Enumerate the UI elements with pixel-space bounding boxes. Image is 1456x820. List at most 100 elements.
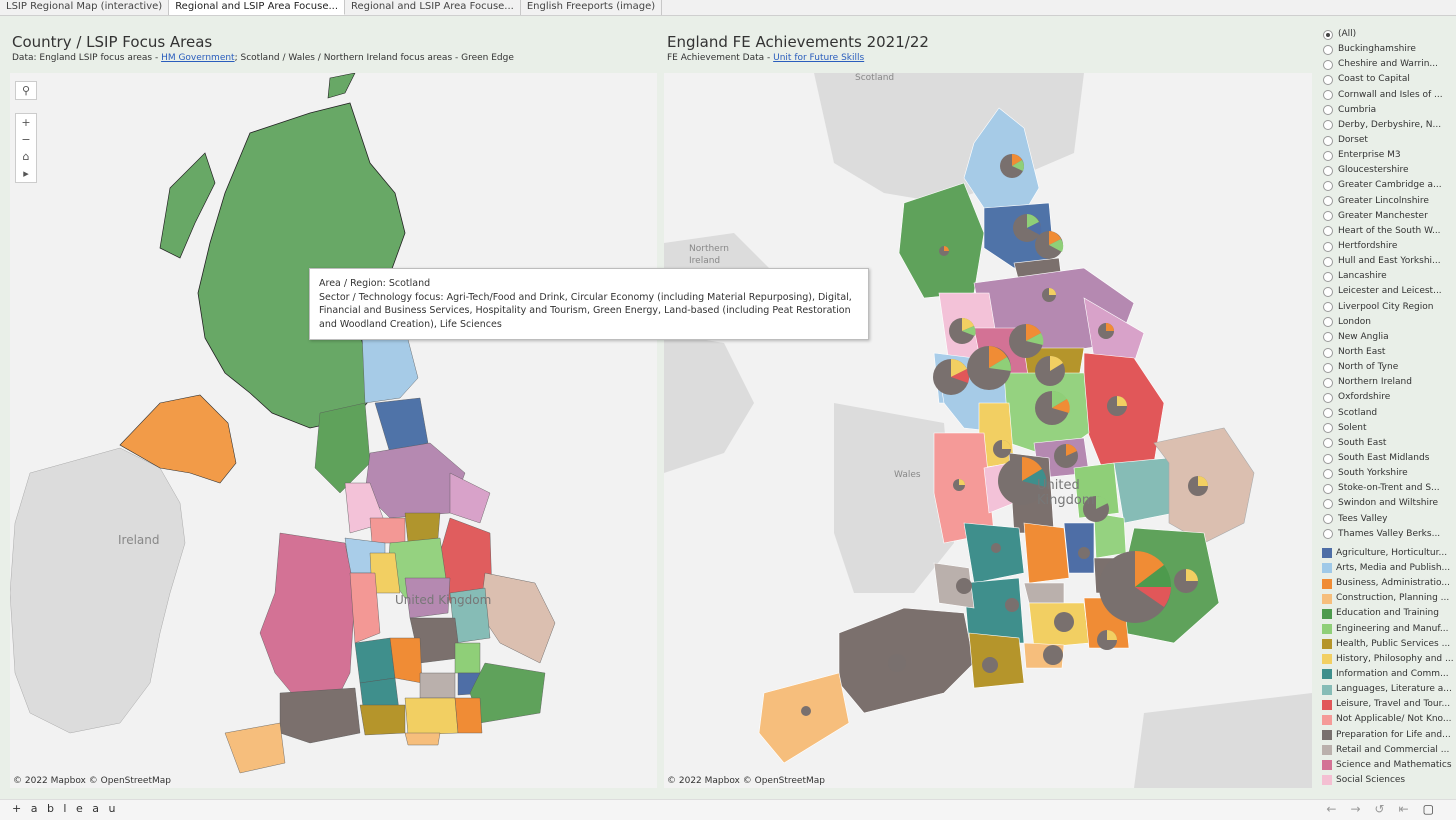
left-map[interactable]: Ireland United Kingdom ⚲ + − ⌂ ▸ © 2022 … [10, 73, 657, 788]
radio-icon[interactable] [1323, 302, 1333, 313]
map-search-control[interactable]: ⚲ [15, 81, 37, 100]
area-filter-option[interactable]: Heart of the South W... [1318, 224, 1454, 239]
radio-icon[interactable] [1323, 408, 1333, 419]
sector-legend-item[interactable]: Engineering and Manuf... [1318, 621, 1454, 636]
sector-legend-item[interactable]: Social Sciences [1318, 773, 1454, 788]
back-to-start-icon[interactable]: ⇤ [1399, 802, 1423, 816]
right-map[interactable]: Scotland Northern Ireland Wales United K… [664, 73, 1312, 788]
area-filter-option[interactable]: Leicester and Leicest... [1318, 284, 1454, 299]
sector-legend-item[interactable]: Preparation for Life and... [1318, 727, 1454, 742]
sector-legend-item[interactable]: History, Philosophy and ... [1318, 652, 1454, 667]
area-filter-option[interactable]: South Yorkshire [1318, 466, 1454, 481]
radio-icon[interactable] [1323, 438, 1333, 449]
sector-legend-item[interactable]: Information and Comm... [1318, 667, 1454, 682]
area-filter-option[interactable]: Tees Valley [1318, 512, 1454, 527]
radio-icon[interactable] [1323, 483, 1333, 494]
radio-icon[interactable] [1323, 59, 1333, 70]
redo-icon[interactable]: → [1350, 802, 1374, 816]
radio-icon[interactable] [1323, 105, 1333, 116]
area-filter-option[interactable]: Greater Manchester [1318, 209, 1454, 224]
area-filter-option[interactable]: Hull and East Yorkshi... [1318, 254, 1454, 269]
sector-legend-item[interactable]: Science and Mathematics [1318, 758, 1454, 773]
hm-government-link[interactable]: HM Government [161, 53, 235, 63]
area-filter-option[interactable]: New Anglia [1318, 330, 1454, 345]
revert-icon[interactable]: ↺ [1375, 802, 1399, 816]
sector-legend-item[interactable]: Education and Training [1318, 606, 1454, 621]
area-filter-option[interactable]: Thames Valley Berks... [1318, 527, 1454, 542]
radio-icon[interactable] [1323, 453, 1333, 464]
radio-icon[interactable] [1323, 317, 1333, 328]
radio-icon[interactable] [1323, 468, 1333, 479]
tab-lsip-regional-map[interactable]: LSIP Regional Map (interactive) [0, 0, 170, 15]
radio-icon[interactable] [1323, 423, 1333, 434]
area-filter-option[interactable]: Swindon and Wiltshire [1318, 496, 1454, 511]
radio-icon[interactable] [1323, 135, 1333, 146]
area-filter-option[interactable]: Liverpool City Region [1318, 300, 1454, 315]
radio-icon[interactable] [1323, 226, 1333, 237]
area-filter-option[interactable]: Buckinghamshire [1318, 42, 1454, 57]
area-filter-option[interactable]: Solent [1318, 421, 1454, 436]
sector-legend-item[interactable]: Retail and Commercial ... [1318, 743, 1454, 758]
area-filter-option[interactable]: Lancashire [1318, 269, 1454, 284]
area-filter-option[interactable]: Cheshire and Warrin... [1318, 57, 1454, 72]
radio-icon[interactable] [1323, 286, 1333, 297]
area-filter-option[interactable]: Gloucestershire [1318, 163, 1454, 178]
radio-icon[interactable] [1323, 256, 1333, 267]
area-filter-option[interactable]: Oxfordshire [1318, 390, 1454, 405]
area-filter-option[interactable]: Cumbria [1318, 103, 1454, 118]
radio-icon[interactable] [1323, 196, 1333, 207]
radio-icon[interactable] [1323, 241, 1333, 252]
area-filter-option[interactable]: North of Tyne [1318, 360, 1454, 375]
zoom-in-icon[interactable]: + [16, 114, 36, 131]
unit-for-future-skills-link[interactable]: Unit for Future Skills [773, 53, 864, 63]
area-filter-option[interactable]: Greater Lincolnshire [1318, 194, 1454, 209]
area-filter-option[interactable]: Derby, Derbyshire, N... [1318, 118, 1454, 133]
radio-icon[interactable] [1323, 514, 1333, 525]
home-icon[interactable]: ⌂ [16, 148, 36, 165]
area-filter-option[interactable]: Hertfordshire [1318, 239, 1454, 254]
area-filter-option[interactable]: Coast to Capital [1318, 72, 1454, 87]
play-arrow-icon[interactable]: ▸ [16, 165, 36, 182]
radio-icon[interactable] [1323, 165, 1333, 176]
area-filter-option[interactable]: Scotland [1318, 406, 1454, 421]
radio-icon[interactable] [1323, 332, 1333, 343]
area-filter-option[interactable]: South East [1318, 436, 1454, 451]
area-filter-option[interactable]: London [1318, 315, 1454, 330]
radio-icon[interactable] [1323, 211, 1333, 222]
area-filter-option[interactable]: South East Midlands [1318, 451, 1454, 466]
tab-english-freeports[interactable]: English Freeports (image) [521, 0, 663, 15]
sector-legend-item[interactable]: Health, Public Services ... [1318, 637, 1454, 652]
radio-icon[interactable] [1323, 347, 1333, 358]
tab-regional-focus-1[interactable]: Regional and LSIP Area Focuse... [169, 0, 346, 15]
area-filter-option[interactable]: Stoke-on-Trent and S... [1318, 481, 1454, 496]
fullscreen-icon[interactable]: ▢ [1423, 802, 1448, 816]
area-filter-option[interactable]: North East [1318, 345, 1454, 360]
zoom-out-icon[interactable]: − [16, 131, 36, 148]
radio-icon[interactable] [1323, 150, 1333, 161]
radio-icon[interactable] [1323, 377, 1333, 388]
radio-icon[interactable] [1323, 362, 1333, 373]
radio-icon[interactable] [1323, 90, 1333, 101]
area-filter-option[interactable]: Greater Cambridge a... [1318, 178, 1454, 193]
sector-legend-item[interactable]: Leisure, Travel and Tour... [1318, 697, 1454, 712]
undo-icon[interactable]: ← [1326, 802, 1350, 816]
sector-legend-item[interactable]: Not Applicable/ Not Kno... [1318, 712, 1454, 727]
area-filter-option[interactable]: Enterprise M3 [1318, 148, 1454, 163]
radio-icon[interactable] [1323, 498, 1333, 509]
sector-legend-item[interactable]: Agriculture, Horticultur... [1318, 546, 1454, 561]
radio-icon[interactable] [1323, 120, 1333, 131]
sector-legend-item[interactable]: Construction, Planning ... [1318, 591, 1454, 606]
tableau-logo[interactable]: + a b l e a u [12, 802, 118, 815]
radio-icon[interactable] [1323, 29, 1333, 40]
radio-icon[interactable] [1323, 44, 1333, 55]
area-filter-option[interactable]: Cornwall and Isles of ... [1318, 88, 1454, 103]
sector-legend-item[interactable]: Business, Administratio... [1318, 576, 1454, 591]
tab-regional-focus-2[interactable]: Regional and LSIP Area Focuse... [345, 0, 521, 15]
search-icon[interactable]: ⚲ [16, 82, 36, 99]
radio-icon[interactable] [1323, 529, 1333, 540]
sector-legend-item[interactable]: Arts, Media and Publish... [1318, 561, 1454, 576]
radio-icon[interactable] [1323, 74, 1333, 85]
area-filter-option[interactable]: Northern Ireland [1318, 375, 1454, 390]
radio-icon[interactable] [1323, 392, 1333, 403]
radio-icon[interactable] [1323, 271, 1333, 282]
